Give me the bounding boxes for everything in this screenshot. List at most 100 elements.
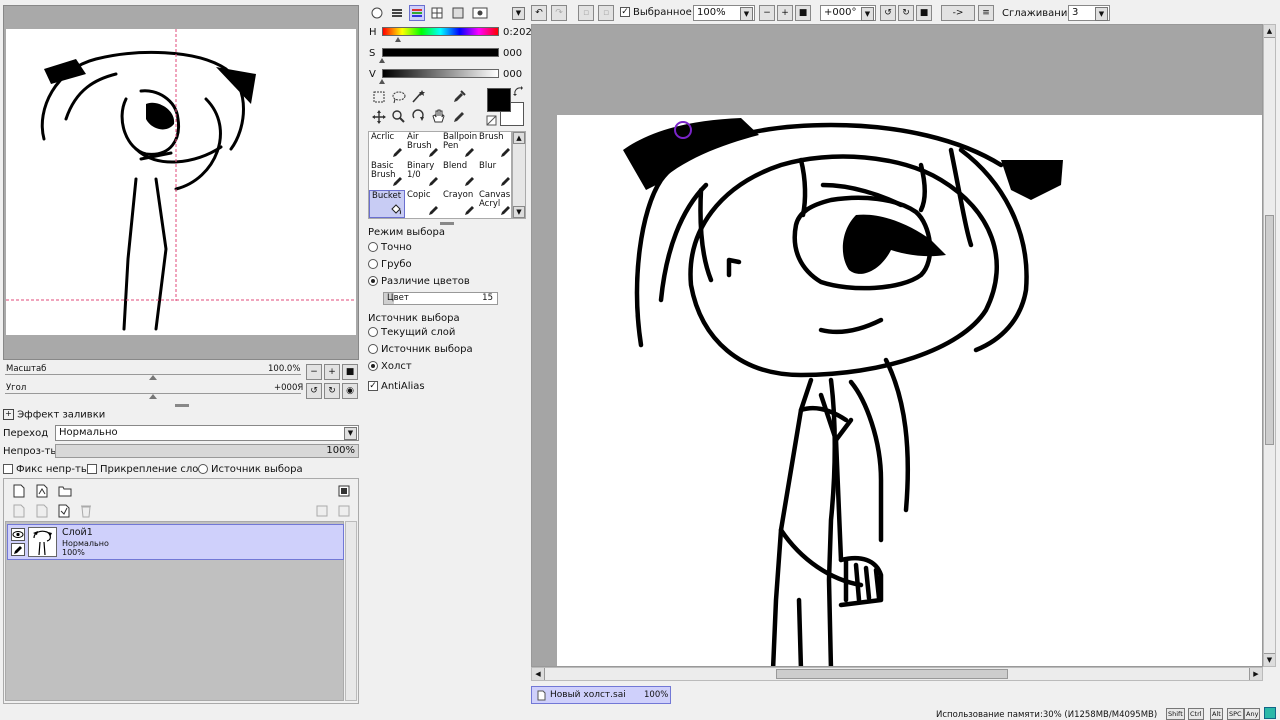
- source-selection-radio[interactable]: Источник выбора: [368, 344, 473, 355]
- horizontal-scroll-thumb[interactable]: [776, 669, 1008, 679]
- color-tolerance-slider[interactable]: Цвет 15: [383, 292, 498, 305]
- clip-layer-checkbox[interactable]: Прикрепление слоя: [87, 464, 204, 475]
- brush-slot[interactable]: Air Brush: [405, 132, 441, 160]
- layer-visibility-toggle[interactable]: [11, 528, 25, 541]
- scroll-down-button[interactable]: ▼: [513, 206, 525, 218]
- value-slider[interactable]: [382, 69, 499, 78]
- saturation-slider-thumb[interactable]: [379, 58, 385, 63]
- new-vector-layer-icon[interactable]: [36, 484, 48, 498]
- toolbar-zoom-select[interactable]: 100% ▼: [693, 5, 755, 21]
- rotate-tool-icon[interactable]: [411, 109, 425, 124]
- value-slider-thumb[interactable]: [379, 79, 385, 84]
- vertical-scroll-thumb[interactable]: [1265, 215, 1274, 445]
- toolbar-rotate-left-button[interactable]: ↺: [880, 5, 896, 21]
- rgb-slider-mode-button[interactable]: [390, 6, 404, 20]
- color-palette-mode-button[interactable]: [430, 6, 444, 20]
- hue-slider-thumb[interactable]: [395, 37, 401, 42]
- scroll-down-button[interactable]: ▼: [1264, 653, 1275, 666]
- toolbar-zoom-out-button[interactable]: −: [759, 5, 775, 21]
- flip-horizontal-button[interactable]: ->: [941, 5, 975, 21]
- color-wheel-mode-button[interactable]: [370, 6, 384, 20]
- brush-slot[interactable]: Copic: [405, 190, 441, 218]
- move-icon[interactable]: [372, 110, 386, 124]
- deselect-button[interactable]: ▫: [578, 5, 594, 21]
- invert-selection-button[interactable]: ▫: [598, 5, 614, 21]
- fill-effect-header[interactable]: + Эффект заливки: [3, 409, 105, 421]
- hand-tool-icon[interactable]: [431, 109, 445, 124]
- layer-mask-icon[interactable]: [338, 485, 350, 497]
- canvas-horizontal-scrollbar[interactable]: ◀ ▶: [531, 667, 1263, 681]
- nav-zoom-slider[interactable]: [5, 374, 301, 385]
- primary-color-swatch[interactable]: [487, 88, 511, 112]
- lock-opacity-checkbox[interactable]: Фикс непр-ть: [3, 464, 87, 475]
- layer-lock-toggle[interactable]: [11, 543, 25, 556]
- show-selection-checkbox[interactable]: ✓ Выбранное: [620, 7, 692, 18]
- rotate-left-button[interactable]: ↺: [306, 383, 322, 399]
- layer-row[interactable]: Слой1 Нормально 100%: [7, 524, 344, 560]
- source-current-radio[interactable]: Текущий слой: [368, 327, 455, 338]
- new-folder-icon[interactable]: [58, 485, 72, 497]
- toolbar-zoom-reset-button[interactable]: ■: [795, 5, 811, 21]
- rotate-right-button[interactable]: ↻: [324, 383, 340, 399]
- toolbar-rotate-right-button[interactable]: ↻: [898, 5, 914, 21]
- transparent-color-icon[interactable]: [486, 115, 497, 126]
- rotate-reset-button[interactable]: ◉: [342, 383, 358, 399]
- pen-tool-icon[interactable]: [452, 109, 466, 124]
- new-layer-icon[interactable]: [13, 484, 25, 498]
- zoom-reset-button[interactable]: ■: [342, 364, 358, 380]
- zoom-out-button[interactable]: −: [306, 364, 322, 380]
- brush-slot[interactable]: Binary 1/0: [405, 161, 441, 189]
- scratchpad-mode-button[interactable]: [472, 6, 488, 20]
- scroll-right-button[interactable]: ▶: [1249, 668, 1262, 680]
- rect-select-icon[interactable]: [372, 90, 386, 104]
- brush-slot[interactable]: Crayon: [441, 190, 477, 218]
- merge-down-icon[interactable]: [58, 504, 70, 518]
- mode-rough-radio[interactable]: Грубо: [368, 259, 412, 270]
- color-panel-menu-button[interactable]: ▼: [512, 7, 525, 20]
- layer-list-scrollbar[interactable]: [345, 521, 357, 701]
- brush-slot[interactable]: Bucket: [369, 190, 405, 218]
- toolbar-angle-select[interactable]: +000° ▼: [820, 5, 876, 21]
- hue-slider[interactable]: [382, 27, 499, 36]
- scroll-left-button[interactable]: ◀: [532, 668, 545, 680]
- toolbar-zoom-in-button[interactable]: +: [777, 5, 793, 21]
- drawing-canvas[interactable]: [557, 115, 1262, 666]
- panel-splitter[interactable]: [175, 404, 189, 407]
- saturation-slider[interactable]: [382, 48, 499, 57]
- canvas-viewport[interactable]: [531, 24, 1263, 667]
- smoothing-select[interactable]: 3 ▼: [1068, 5, 1110, 21]
- eyedropper-icon[interactable]: [452, 89, 466, 104]
- nav-angle-slider[interactable]: [5, 393, 301, 404]
- scroll-up-button[interactable]: ▲: [513, 132, 525, 144]
- brush-palette-scrollbar[interactable]: ▲ ▼: [512, 131, 526, 219]
- brush-slot[interactable]: Blur: [477, 161, 513, 189]
- blend-mode-select[interactable]: Нормально ▼: [55, 425, 359, 441]
- canvas-vertical-scrollbar[interactable]: ▲ ▼: [1263, 24, 1276, 667]
- swatch-mode-button[interactable]: [451, 6, 465, 20]
- navigator-preview[interactable]: [6, 29, 356, 335]
- brush-slot[interactable]: Canvas Acryl: [477, 190, 513, 218]
- magic-wand-icon[interactable]: [411, 89, 425, 104]
- lasso-icon[interactable]: [391, 90, 407, 104]
- zoom-tool-icon[interactable]: [391, 109, 405, 124]
- toolbar-rotate-reset-button[interactable]: ■: [916, 5, 932, 21]
- hsv-slider-mode-button[interactable]: [409, 5, 425, 21]
- mode-exact-radio[interactable]: Точно: [368, 242, 412, 253]
- zoom-in-button[interactable]: +: [324, 364, 340, 380]
- mode-color-diff-radio[interactable]: Различие цветов: [368, 276, 470, 287]
- scroll-up-button[interactable]: ▲: [1264, 25, 1275, 38]
- source-canvas-radio[interactable]: Холст: [368, 361, 412, 372]
- brush-slot[interactable]: Ballpoint Pen: [441, 132, 477, 160]
- redo-button[interactable]: ↷: [551, 5, 567, 21]
- opacity-slider[interactable]: 100%: [55, 444, 359, 458]
- brush-panel-splitter[interactable]: [440, 222, 454, 225]
- brush-slot[interactable]: Basic Brush: [369, 161, 405, 189]
- swap-colors-icon[interactable]: [513, 86, 525, 98]
- stabilizer-button[interactable]: ≡: [978, 5, 994, 21]
- document-tab[interactable]: Новый холст.sai 100%: [531, 686, 671, 704]
- brush-slot[interactable]: Acrlic: [369, 132, 405, 160]
- antialias-checkbox[interactable]: ✓ AntiAlias: [368, 381, 425, 392]
- brush-slot[interactable]: Brush: [477, 132, 513, 160]
- selection-source-radio[interactable]: Источник выбора: [198, 464, 303, 475]
- brush-slot[interactable]: Blend: [441, 161, 477, 189]
